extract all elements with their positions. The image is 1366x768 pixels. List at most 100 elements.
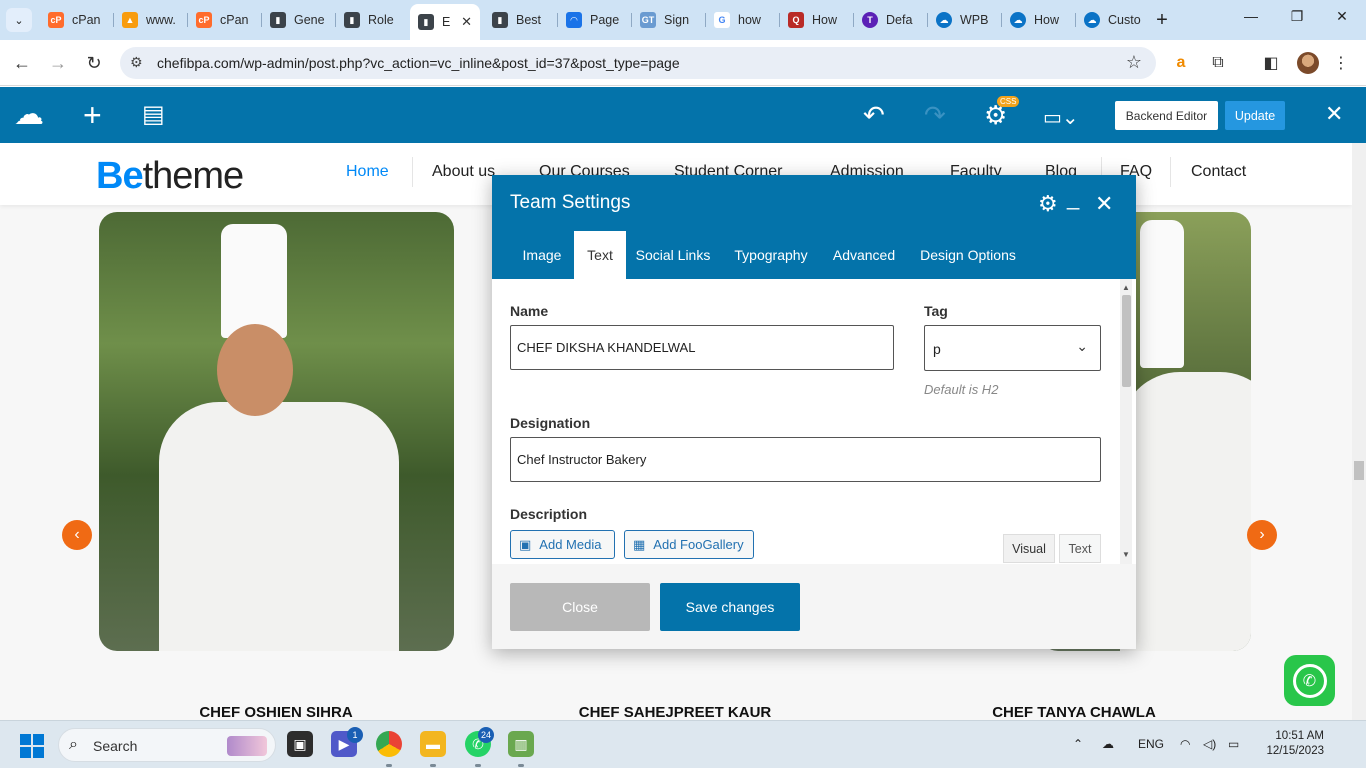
extensions-puzzle-icon[interactable]: ⧉ — [1207, 52, 1229, 74]
whatsapp-icon: ✆ — [1292, 663, 1327, 698]
templates-icon[interactable]: ▤ — [142, 101, 165, 129]
save-changes-button[interactable]: Save changes — [660, 583, 800, 631]
volume-icon[interactable]: ◁) — [1203, 737, 1216, 751]
taskbar-search[interactable]: ⌕ Search — [58, 728, 276, 762]
onedrive-cloud-icon[interactable]: ☁ — [1102, 737, 1114, 751]
browser-tab[interactable]: ▮ Gene — [262, 6, 336, 34]
browser-tab[interactable]: ☁ Custo — [1076, 6, 1146, 34]
close-window-icon[interactable]: ✕ — [1327, 8, 1357, 25]
new-tab-icon[interactable]: + — [1151, 8, 1173, 32]
tab-typography[interactable]: Typography — [726, 231, 816, 279]
backend-editor-button[interactable]: Backend Editor — [1115, 101, 1218, 130]
slider-prev-button[interactable]: ‹ — [62, 520, 92, 550]
add-element-icon[interactable]: + — [83, 99, 102, 131]
tab-label: Custo — [1108, 13, 1141, 27]
browser-tab[interactable]: ☁ How — [1002, 6, 1076, 34]
browser-tab[interactable]: G how — [706, 6, 780, 34]
gtmetrix-icon: GT — [640, 12, 656, 28]
chef-name: CHEF OSHIEN SIHRA — [199, 704, 353, 720]
browser-tab-strip: ⌄ cP cPan ▲ www. cP cPan ▮ Gene ▮ Role ▮… — [0, 0, 1366, 40]
bookmark-star-icon[interactable]: ☆ — [1126, 52, 1142, 73]
tab-label: How — [812, 13, 838, 27]
browser-tab-active[interactable]: ▮ E ✕ — [410, 4, 480, 40]
windows-start-icon[interactable] — [20, 734, 44, 758]
system-clock[interactable]: 10:51 AM 12/15/2023 — [1258, 729, 1324, 759]
chart-app-icon[interactable]: ▥ — [508, 731, 534, 757]
close-editor-icon[interactable]: ✕ — [1325, 101, 1343, 127]
task-view-icon[interactable]: ▣ — [287, 731, 313, 757]
tab-search-dropdown-icon[interactable]: ⌄ — [6, 8, 32, 32]
side-panel-icon[interactable]: ◧ — [1260, 52, 1282, 74]
reload-icon[interactable]: ↻ — [83, 52, 105, 74]
browser-toolbar: ← → ↻ ⚙ chefibpa.com/wp-admin/post.php?v… — [0, 40, 1366, 86]
menu-item-contact[interactable]: Contact — [1191, 163, 1246, 181]
tag-select[interactable]: p ⌄ — [924, 325, 1101, 371]
site-info-icon[interactable]: ⚙ — [130, 54, 143, 71]
modal-minimize-icon[interactable]: _ — [1067, 185, 1079, 211]
tab-design-options[interactable]: Design Options — [914, 231, 1022, 279]
add-media-button[interactable]: ▣ Add Media — [510, 530, 615, 559]
url-text[interactable]: chefibpa.com/wp-admin/post.php?vc_action… — [157, 55, 680, 71]
browser-tab[interactable]: ☁ WPB — [928, 6, 1002, 34]
windows-taskbar: ⌕ Search ▣ ▶ 1 ▬ ✆ 24 ▥ ⌃ ☁ ENG ◠ ◁) ▭ 1… — [0, 720, 1366, 768]
undo-icon[interactable]: ↶ — [863, 101, 885, 129]
browser-tab[interactable]: cP cPan — [40, 6, 114, 34]
team-card-photo[interactable] — [99, 212, 454, 651]
menu-item-about[interactable]: About us — [432, 163, 495, 181]
address-bar[interactable]: ⚙ chefibpa.com/wp-admin/post.php?vc_acti… — [120, 47, 1156, 79]
browser-menu-icon[interactable]: ⋮ — [1330, 52, 1352, 74]
editor-tab-text[interactable]: Text — [1059, 534, 1101, 563]
modal-close-icon[interactable]: ✕ — [1095, 191, 1113, 217]
language-indicator[interactable]: ENG — [1138, 737, 1164, 751]
designation-field[interactable] — [510, 437, 1101, 482]
forward-icon[interactable]: → — [47, 52, 69, 74]
scroll-up-icon[interactable]: ▲ — [1122, 283, 1130, 292]
name-field[interactable] — [510, 325, 894, 370]
slider-next-button[interactable]: › — [1247, 520, 1277, 550]
redo-icon[interactable]: ↷ — [924, 101, 946, 129]
modal-settings-gear-icon[interactable]: ⚙ — [1038, 191, 1058, 217]
editor-tab-visual[interactable]: Visual — [1003, 534, 1055, 563]
profile-avatar[interactable] — [1297, 52, 1319, 74]
menu-item-home[interactable]: Home — [346, 163, 389, 181]
file-explorer-icon[interactable]: ▬ — [420, 731, 446, 757]
browser-tab[interactable]: GT Sign — [632, 6, 706, 34]
close-tab-icon[interactable]: ✕ — [461, 14, 472, 30]
amazon-extension-icon[interactable]: a — [1170, 52, 1192, 74]
tag-label: Tag — [924, 303, 948, 319]
tag-hint: Default is H2 — [924, 382, 999, 397]
tray-overflow-icon[interactable]: ⌃ — [1073, 737, 1083, 751]
responsive-preview-icon[interactable]: ▭⌄ — [1043, 104, 1079, 132]
browser-tab[interactable]: ◠ Page — [558, 6, 632, 34]
restore-window-icon[interactable]: ❐ — [1282, 8, 1312, 25]
back-icon[interactable]: ← — [11, 52, 33, 74]
page-scrollbar-thumb[interactable] — [1354, 461, 1364, 480]
wp-settings-icon: ▮ — [418, 14, 434, 30]
browser-tab[interactable]: Q How — [780, 6, 854, 34]
tab-advanced[interactable]: Advanced — [826, 231, 902, 279]
tab-text[interactable]: Text — [574, 231, 626, 279]
browser-tab[interactable]: ▲ www. — [114, 6, 188, 34]
browser-tab[interactable]: T Defa — [854, 6, 928, 34]
page-scrollbar[interactable] — [1352, 143, 1366, 720]
modal-scrollbar-thumb[interactable] — [1122, 295, 1131, 387]
close-button[interactable]: Close — [510, 583, 650, 631]
tab-image[interactable]: Image — [510, 231, 574, 279]
update-button[interactable]: Update — [1225, 101, 1285, 130]
add-foogallery-button[interactable]: ▦ Add FooGallery — [624, 530, 754, 559]
chef-name: CHEF SAHEJPREET KAUR — [578, 704, 772, 720]
chrome-icon[interactable] — [376, 731, 402, 757]
browser-tab[interactable]: cP cPan — [188, 6, 262, 34]
whatsapp-badge: 24 — [478, 727, 495, 743]
browser-tab[interactable]: ▮ Role — [336, 6, 410, 34]
wpbakery-cloud-logo-icon[interactable]: ☁ — [14, 100, 44, 130]
wifi-icon[interactable]: ◠ — [1180, 737, 1190, 751]
clock-date: 12/15/2023 — [1266, 745, 1324, 757]
browser-tab[interactable]: ▮ Best — [484, 6, 558, 34]
battery-icon[interactable]: ▭ — [1228, 737, 1239, 751]
betheme-logo[interactable]: Betheme — [96, 155, 244, 198]
tab-social-links[interactable]: Social Links — [632, 231, 714, 279]
whatsapp-chat-button[interactable]: ✆ — [1284, 655, 1335, 706]
scroll-down-icon[interactable]: ▼ — [1122, 550, 1130, 559]
minimize-window-icon[interactable]: — — [1236, 8, 1266, 24]
